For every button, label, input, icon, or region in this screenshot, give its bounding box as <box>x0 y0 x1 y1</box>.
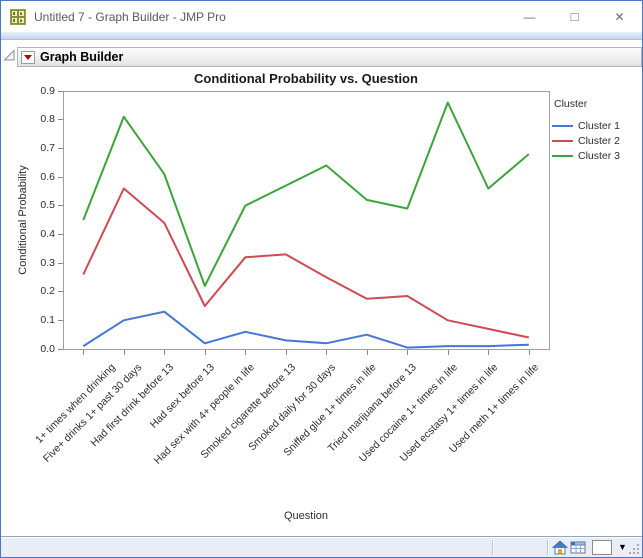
legend-swatch <box>552 139 573 142</box>
dropdown-arrow-icon[interactable]: ▼ <box>618 540 627 555</box>
y-axis-tick <box>58 90 63 92</box>
x-axis-tick <box>447 350 449 355</box>
x-axis-tick <box>528 350 530 355</box>
y-axis-tick <box>58 119 63 121</box>
y-axis-tick <box>58 348 63 350</box>
legend-swatch <box>552 154 573 157</box>
legend-item-cluster-1[interactable]: Cluster 1 <box>552 118 620 133</box>
x-axis-tick <box>326 350 328 355</box>
series-line-cluster-3[interactable] <box>82 101 530 287</box>
y-tick-label[interactable]: 0.9 <box>21 85 55 97</box>
y-axis-tick <box>58 176 63 178</box>
color-swatch-button[interactable] <box>592 540 612 555</box>
legend-item-cluster-3[interactable]: Cluster 3 <box>552 148 620 163</box>
x-axis-title[interactable]: Question <box>63 510 549 522</box>
y-axis-tick <box>58 291 63 293</box>
x-axis-tick <box>407 350 409 355</box>
x-axis-tick <box>123 350 125 355</box>
y-axis-tick <box>58 205 63 207</box>
x-axis-tick <box>164 350 166 355</box>
x-axis-tick <box>204 350 206 355</box>
y-tick-label[interactable]: 0.8 <box>21 113 55 125</box>
legend-swatch <box>552 124 573 127</box>
series-line-cluster-1[interactable] <box>82 310 529 349</box>
x-axis-tick <box>285 350 287 355</box>
status-bar: ▼ <box>1 536 642 557</box>
legend: Cluster 1 Cluster 2 Cluster 3 <box>552 118 620 163</box>
legend-title: Cluster <box>554 98 588 110</box>
plot-area[interactable] <box>1 1 643 558</box>
y-tick-label[interactable]: 0.1 <box>21 314 55 326</box>
legend-label: Cluster 1 <box>578 119 621 132</box>
data-table-icon[interactable] <box>570 540 586 555</box>
y-tick-label[interactable]: 0.0 <box>21 343 55 355</box>
y-axis-tick <box>58 233 63 235</box>
legend-item-cluster-2[interactable]: Cluster 2 <box>552 133 620 148</box>
x-axis-tick <box>245 350 247 355</box>
resize-grip[interactable] <box>628 543 640 555</box>
legend-label: Cluster 3 <box>578 149 621 162</box>
x-category-label-wrap: Used meth 1+ times in life <box>1 356 541 455</box>
status-divider <box>492 540 493 555</box>
legend-label: Cluster 2 <box>578 134 621 147</box>
status-divider <box>547 540 548 555</box>
x-axis-tick <box>366 350 368 355</box>
y-axis-tick <box>58 319 63 321</box>
y-tick-label[interactable]: 0.7 <box>21 142 55 154</box>
x-axis-tick <box>488 350 490 355</box>
y-axis-tick <box>58 262 63 264</box>
y-axis-tick <box>58 147 63 149</box>
y-tick-label[interactable]: 0.2 <box>21 285 55 297</box>
jmp-window: Untitled 7 - Graph Builder - JMP Pro — □… <box>0 0 643 558</box>
y-axis-title[interactable]: Conditional Probability <box>17 165 29 274</box>
home-icon[interactable] <box>552 540 568 555</box>
x-axis-tick <box>83 350 85 355</box>
